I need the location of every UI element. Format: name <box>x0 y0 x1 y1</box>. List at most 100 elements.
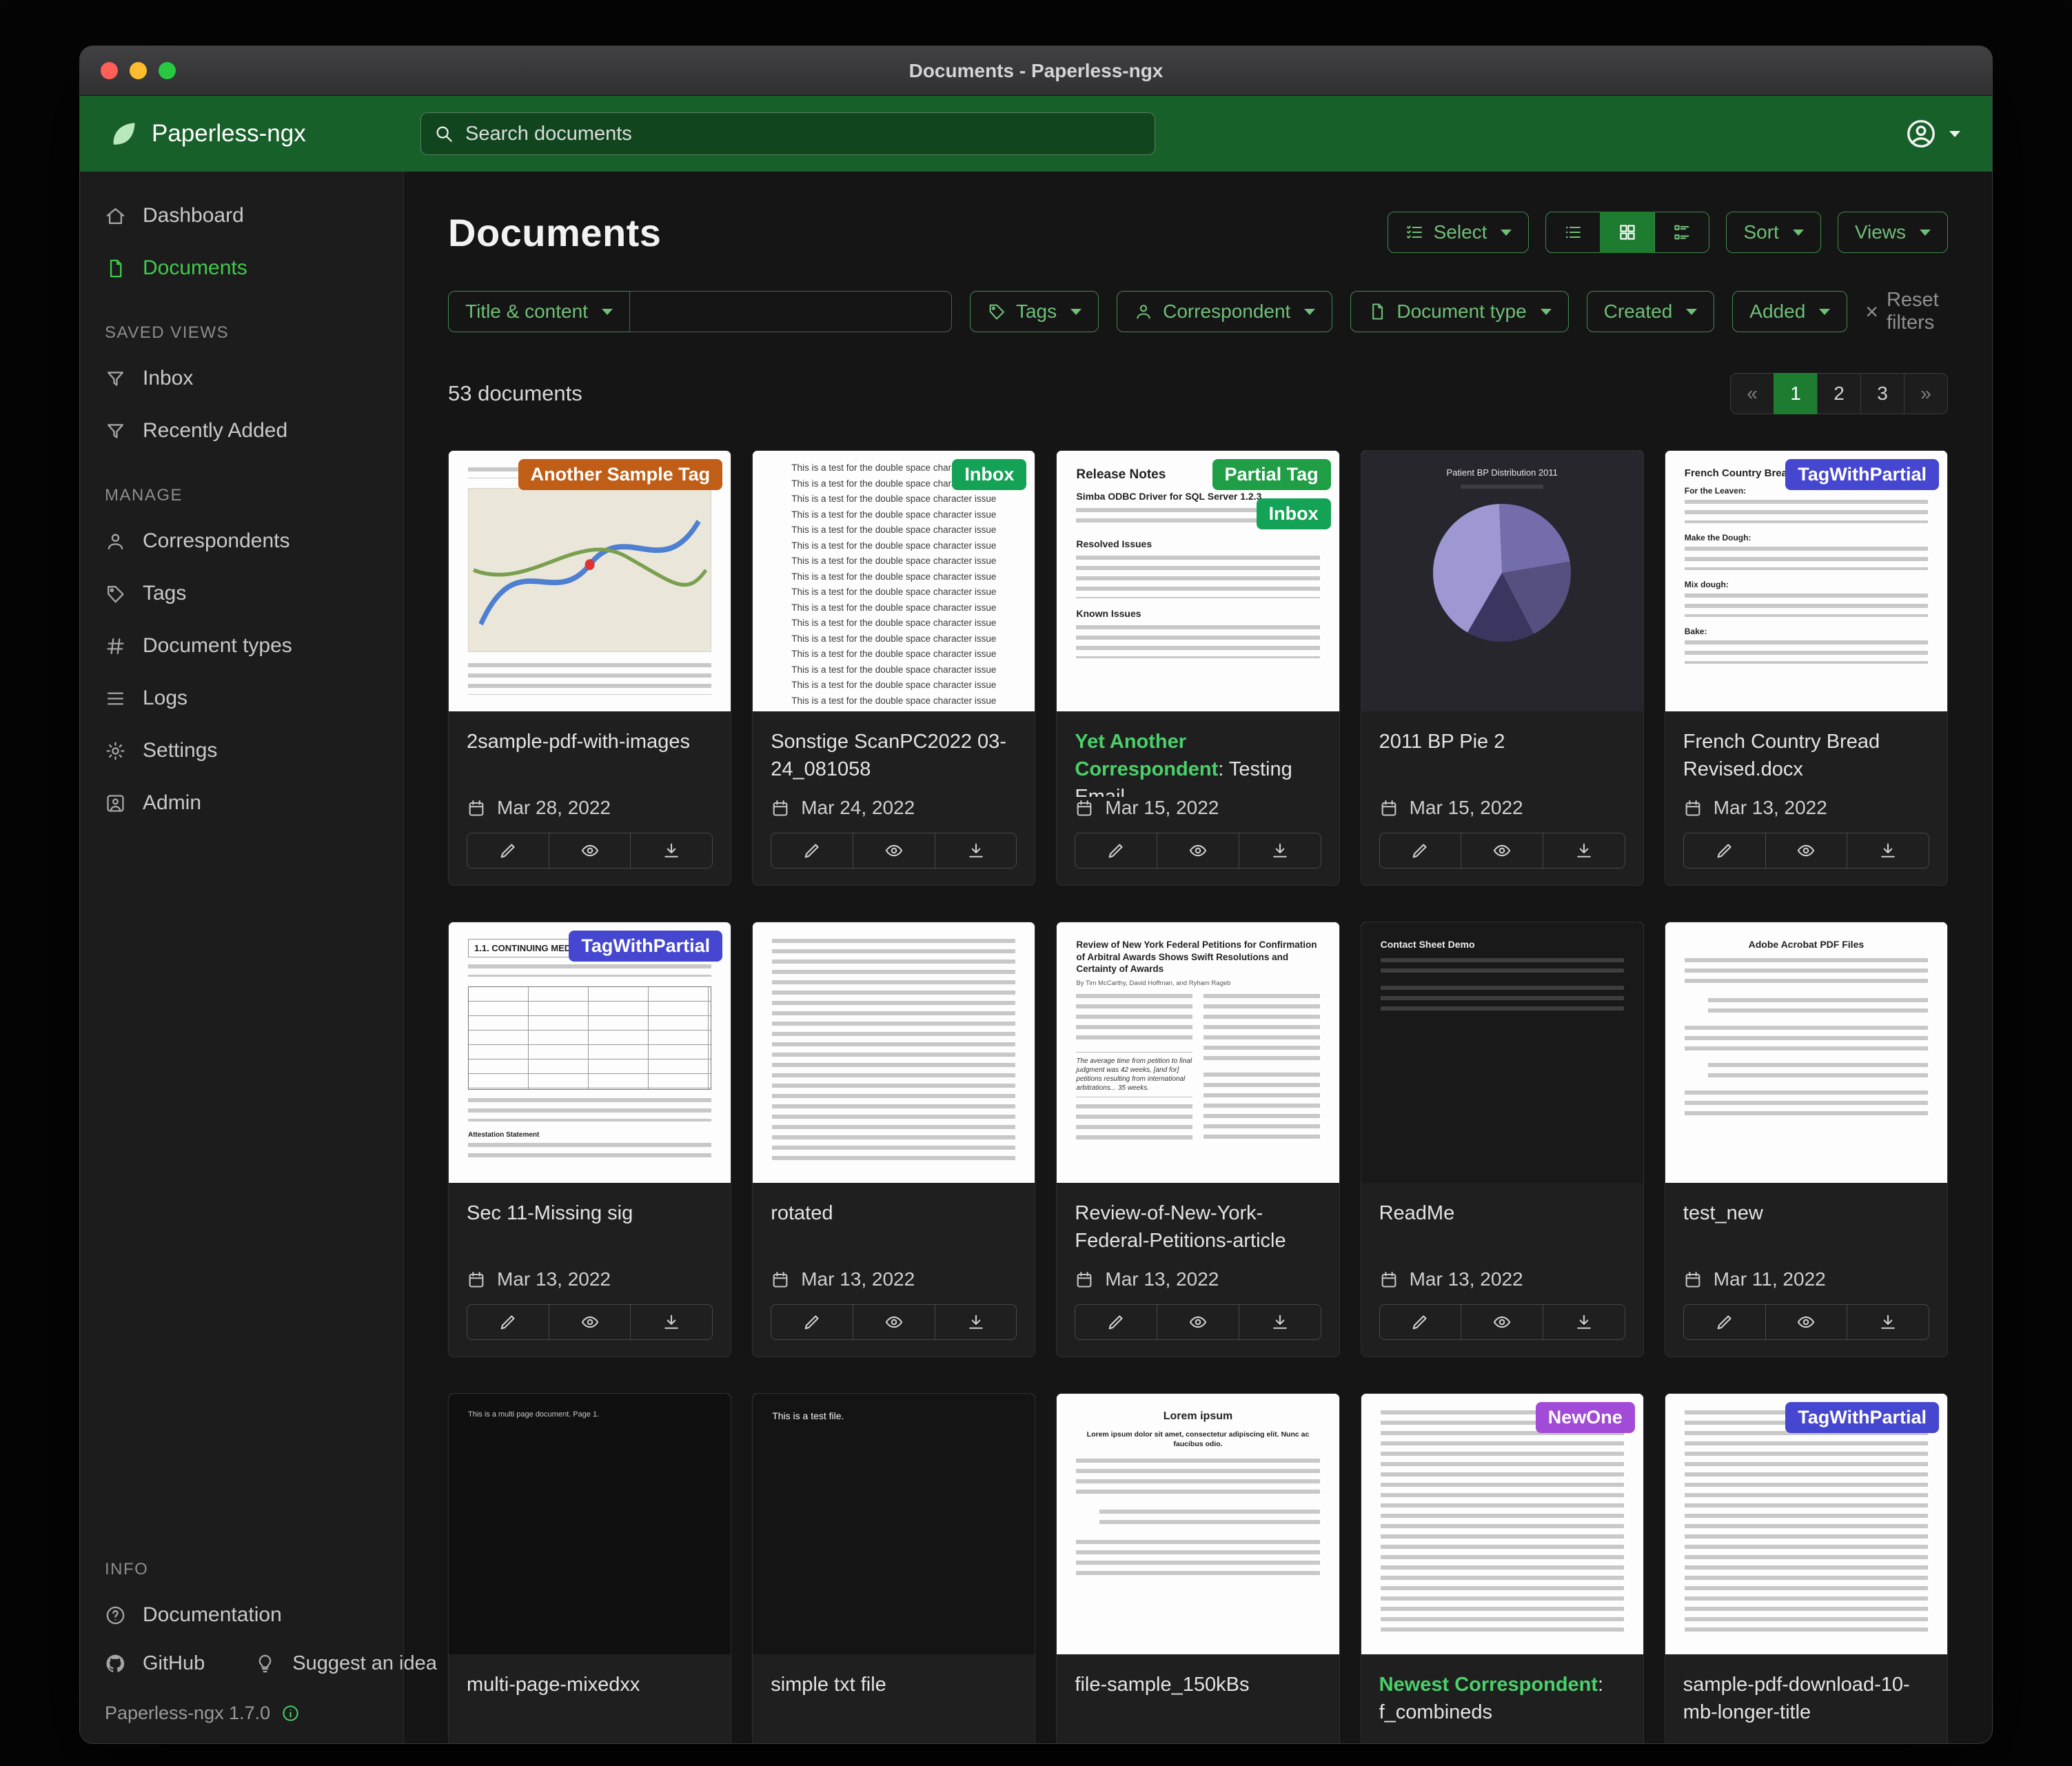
document-card[interactable]: Adobe Acrobat PDF Files test_new Mar 11,… <box>1665 922 1948 1357</box>
document-card[interactable]: 1.1. CONTINUING MEDICAL EDUCAAttestation… <box>448 922 731 1357</box>
view-button[interactable] <box>549 1304 631 1340</box>
document-card[interactable]: This is a multi page document. Page 1. m… <box>448 1393 731 1743</box>
card-title[interactable]: sample-pdf-download-10-mb-longer-title <box>1683 1671 1929 1726</box>
reset-filters-button[interactable]: × Reset filters <box>1865 289 1948 334</box>
sidebar-item-github[interactable]: GitHub <box>80 1641 230 1686</box>
view-button[interactable] <box>1157 833 1239 869</box>
view-button[interactable] <box>549 833 631 869</box>
edit-button[interactable] <box>467 833 549 869</box>
edit-button[interactable] <box>1683 1304 1766 1340</box>
download-button[interactable] <box>1847 833 1929 869</box>
card-title[interactable]: test_new <box>1683 1199 1929 1227</box>
view-button[interactable] <box>1157 1304 1239 1340</box>
tag-badge[interactable]: Partial Tag <box>1212 459 1331 490</box>
download-button[interactable] <box>1543 833 1625 869</box>
tag-badge[interactable]: Inbox <box>1257 498 1331 529</box>
document-thumbnail[interactable]: NewOne <box>1361 1394 1643 1654</box>
download-button[interactable] <box>1239 1304 1321 1340</box>
pagination-page-2[interactable]: 2 <box>1817 373 1861 414</box>
sidebar-item-recently-added[interactable]: Recently Added <box>80 405 403 457</box>
download-button[interactable] <box>630 1304 713 1340</box>
tag-badge[interactable]: TagWithPartial <box>1785 1402 1939 1433</box>
document-thumbnail[interactable]: Contact Sheet Demo <box>1361 922 1643 1183</box>
title-content-filter-button[interactable]: Title & content <box>448 291 630 332</box>
tag-badge[interactable]: Inbox <box>952 459 1026 490</box>
minimize-window-button[interactable] <box>130 62 147 79</box>
document-card[interactable]: This is a test for the double space char… <box>752 450 1035 886</box>
card-title[interactable]: Newest Correspondent: f_combineds <box>1379 1671 1625 1726</box>
download-button[interactable] <box>935 833 1017 869</box>
sidebar-item-documents[interactable]: Documents <box>80 242 403 294</box>
close-window-button[interactable] <box>101 62 118 79</box>
edit-button[interactable] <box>771 833 853 869</box>
card-title[interactable]: Sec 11-Missing sig <box>467 1199 713 1227</box>
sidebar-item-admin[interactable]: Admin <box>80 777 403 829</box>
document-thumbnail[interactable]: This is a test for the double space char… <box>753 451 1035 711</box>
created-filter-button[interactable]: Created <box>1587 291 1715 332</box>
sidebar-item-correspondents[interactable]: Correspondents <box>80 515 403 567</box>
download-button[interactable] <box>1543 1304 1625 1340</box>
sidebar-item-settings[interactable]: Settings <box>80 724 403 777</box>
document-card[interactable]: Review of New York Federal Petitions for… <box>1056 922 1339 1357</box>
sidebar-item-dashboard[interactable]: Dashboard <box>80 190 403 242</box>
document-thumbnail[interactable]: Patient BP Distribution 2011 <box>1361 451 1643 711</box>
added-filter-button[interactable]: Added <box>1732 291 1847 332</box>
document-type-filter-button[interactable]: Document type <box>1350 291 1568 332</box>
pagination-page-3[interactable]: 3 <box>1860 373 1905 414</box>
card-correspondent[interactable]: Newest Correspondent <box>1379 1674 1598 1696</box>
document-thumbnail[interactable]: 1.1. CONTINUING MEDICAL EDUCAAttestation… <box>449 922 731 1183</box>
document-thumbnail[interactable]: Release NotesSimba ODBC Driver for SQL S… <box>1057 451 1339 711</box>
document-card[interactable]: Another Sample Tag 2sample-pdf-with-imag… <box>448 450 731 886</box>
sort-button[interactable]: Sort <box>1726 212 1820 253</box>
edit-button[interactable] <box>1683 833 1766 869</box>
document-card[interactable]: TagWithPartial sample-pdf-download-10-mb… <box>1665 1393 1948 1743</box>
download-button[interactable] <box>1847 1304 1929 1340</box>
pagination-next-button[interactable]: » <box>1904 373 1948 414</box>
edit-button[interactable] <box>1379 1304 1462 1340</box>
document-thumbnail[interactable] <box>753 922 1035 1183</box>
filter-query-input[interactable] <box>629 291 952 332</box>
card-title[interactable]: Sonstige ScanPC2022 03-24_081058 <box>771 728 1017 783</box>
sidebar-item-logs[interactable]: Logs <box>80 672 403 724</box>
tags-filter-button[interactable]: Tags <box>970 291 1099 332</box>
edit-button[interactable] <box>1075 833 1157 869</box>
card-title[interactable]: ReadMe <box>1379 1199 1625 1227</box>
view-button[interactable] <box>853 1304 935 1340</box>
card-title[interactable]: Review-of-New-York-Federal-Petitions-art… <box>1075 1199 1321 1255</box>
list-view-button[interactable] <box>1545 212 1601 253</box>
pagination-page-1[interactable]: 1 <box>1774 373 1818 414</box>
edit-button[interactable] <box>1075 1304 1157 1340</box>
views-button[interactable]: Views <box>1838 212 1948 253</box>
document-thumbnail[interactable]: French Country BreadFor the Leaven:Make … <box>1665 451 1947 711</box>
card-title[interactable]: multi-page-mixedxx <box>467 1671 713 1698</box>
view-button[interactable] <box>853 833 935 869</box>
card-title[interactable]: file-sample_150kBs <box>1075 1671 1321 1698</box>
document-card[interactable]: French Country BreadFor the Leaven:Make … <box>1665 450 1948 886</box>
card-title[interactable]: French Country Bread Revised.docx <box>1683 728 1929 783</box>
view-button[interactable] <box>1765 833 1848 869</box>
brand[interactable]: Paperless-ngx <box>80 119 404 149</box>
card-title[interactable]: rotated <box>771 1199 1017 1227</box>
download-button[interactable] <box>1239 833 1321 869</box>
grid-view-button[interactable] <box>1600 212 1655 253</box>
document-thumbnail[interactable]: Adobe Acrobat PDF Files <box>1665 922 1947 1183</box>
document-thumbnail[interactable]: TagWithPartial <box>1665 1394 1947 1654</box>
tag-badge[interactable]: TagWithPartial <box>569 931 722 962</box>
details-view-button[interactable] <box>1654 212 1709 253</box>
document-thumbnail[interactable]: Lorem ipsumLorem ipsum dolor sit amet, c… <box>1057 1394 1339 1654</box>
card-title[interactable]: 2sample-pdf-with-images <box>467 728 713 755</box>
correspondent-filter-button[interactable]: Correspondent <box>1117 291 1332 332</box>
card-correspondent[interactable]: Yet Another Correspondent <box>1075 731 1218 780</box>
download-button[interactable] <box>935 1304 1017 1340</box>
edit-button[interactable] <box>1379 833 1462 869</box>
download-button[interactable] <box>630 833 713 869</box>
document-card[interactable]: NewOne Newest Correspondent: f_combineds <box>1361 1393 1644 1743</box>
sidebar-item-tags[interactable]: Tags <box>80 567 403 620</box>
document-card[interactable]: Lorem ipsumLorem ipsum dolor sit amet, c… <box>1056 1393 1339 1743</box>
document-thumbnail[interactable]: This is a multi page document. Page 1. <box>449 1394 731 1654</box>
card-title[interactable]: 2011 BP Pie 2 <box>1379 728 1625 755</box>
global-search[interactable] <box>420 112 1155 155</box>
tag-badge[interactable]: Another Sample Tag <box>518 459 723 490</box>
document-thumbnail[interactable]: Another Sample Tag <box>449 451 731 711</box>
edit-button[interactable] <box>467 1304 549 1340</box>
